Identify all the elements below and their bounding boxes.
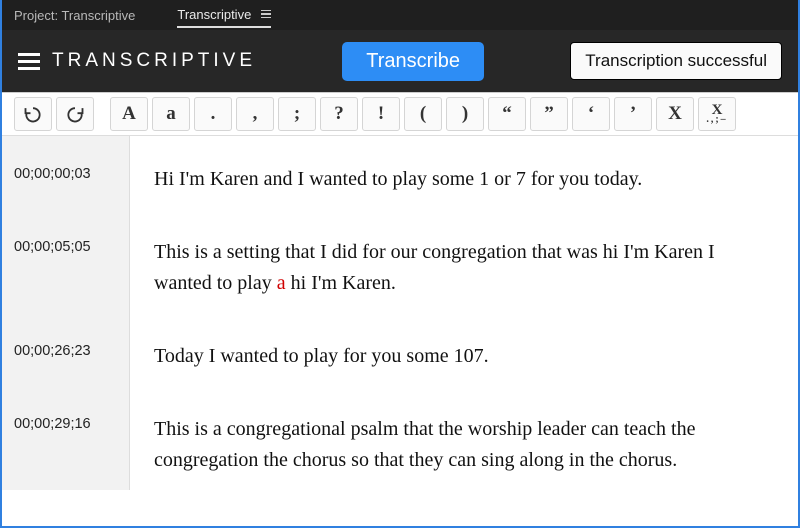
period-button[interactable]: . xyxy=(194,97,232,131)
toolbar: A a . , ; ? ! ( ) “ ” ‘ ’ X X .,;– xyxy=(2,92,798,136)
uppercase-button[interactable]: A xyxy=(110,97,148,131)
timecode[interactable]: 00;00;00;03 xyxy=(2,136,130,209)
top-bar: Project: Transcriptive Transcriptive xyxy=(2,0,798,30)
transcript-text[interactable]: Today I wanted to play for you some 107. xyxy=(130,313,798,386)
transcription-status: Transcription successful xyxy=(570,42,782,80)
menu-icon[interactable] xyxy=(18,53,40,70)
tab-transcriptive[interactable]: Transcriptive xyxy=(177,7,271,28)
transcript-text[interactable]: This is a setting that I did for our con… xyxy=(130,209,798,313)
close-squote-button[interactable]: ’ xyxy=(614,97,652,131)
transcript-row: 00;00;05;05This is a setting that I did … xyxy=(2,209,798,313)
transcribe-button[interactable]: Transcribe xyxy=(342,42,484,81)
transcript-row: 00;00;00;03Hi I'm Karen and I wanted to … xyxy=(2,136,798,209)
question-button[interactable]: ? xyxy=(320,97,358,131)
lowercase-button[interactable]: a xyxy=(152,97,190,131)
open-paren-button[interactable]: ( xyxy=(404,97,442,131)
redo-button[interactable] xyxy=(56,97,94,131)
close-dquote-button[interactable]: ” xyxy=(530,97,568,131)
timecode[interactable]: 00;00;26;23 xyxy=(2,313,130,386)
brand-title: TRANSCRIPTIVE xyxy=(52,50,256,72)
project-label: Project: Transcriptive xyxy=(14,8,135,23)
low-confidence-word[interactable]: a xyxy=(277,272,286,294)
exclaim-button[interactable]: ! xyxy=(362,97,400,131)
comma-button[interactable]: , xyxy=(236,97,274,131)
timecode[interactable]: 00;00;05;05 xyxy=(2,209,130,313)
tab-menu-icon[interactable] xyxy=(261,10,271,18)
open-squote-button[interactable]: ‘ xyxy=(572,97,610,131)
timecode[interactable]: 00;00;29;16 xyxy=(2,386,130,490)
transcript-area: 00;00;00;03Hi I'm Karen and I wanted to … xyxy=(2,136,798,526)
clear-button[interactable]: X xyxy=(656,97,694,131)
clear-punct-button[interactable]: X .,;– xyxy=(698,97,736,131)
header: TRANSCRIPTIVE Transcribe Transcription s… xyxy=(2,30,798,92)
close-paren-button[interactable]: ) xyxy=(446,97,484,131)
open-dquote-button[interactable]: “ xyxy=(488,97,526,131)
redo-icon xyxy=(65,104,85,124)
undo-icon xyxy=(23,104,43,124)
transcript-row: 00;00;29;16This is a congregational psal… xyxy=(2,386,798,490)
tab-label: Transcriptive xyxy=(177,7,251,22)
transcript-text[interactable]: Hi I'm Karen and I wanted to play some 1… xyxy=(130,136,798,209)
transcript-text[interactable]: This is a congregational psalm that the … xyxy=(130,386,798,490)
transcript-row: 00;00;26;23Today I wanted to play for yo… xyxy=(2,313,798,386)
semicolon-button[interactable]: ; xyxy=(278,97,316,131)
clear-punct-sub: .,;– xyxy=(706,116,727,123)
undo-button[interactable] xyxy=(14,97,52,131)
